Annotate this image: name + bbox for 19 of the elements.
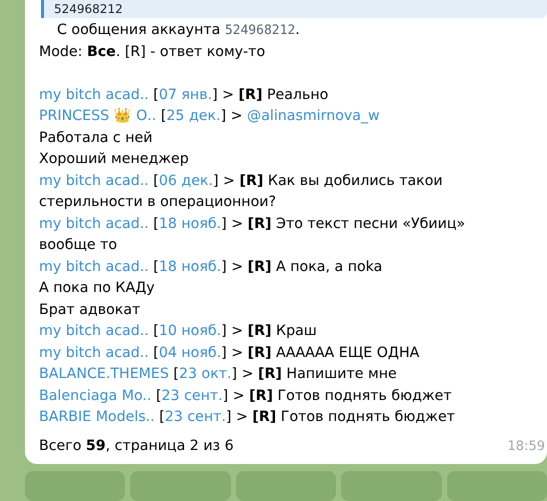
log-entry: my bitch acad.. [07 янв.] > [R] Реально [39,86,330,104]
message-line: А пока по КАДу [39,279,156,298]
log-entry: my bitch acad.. [18 нояб.] > [R] А пока, а поka [39,258,384,276]
page-summary: Всего 59, страница 2 из 6 [39,438,234,454]
log-entry: BARBIE Models.. [23 сент.] > [R] Готов поднять бюджет [39,408,456,427]
log-entry: my bitch acad.. [18 нояб.] > [R] Это текст песни «Убииц» вообще то [39,214,466,255]
mode-line: Mode: Все. [R] - ответ кому-то [39,42,266,62]
log-entry: PRINCESS 👑 О.. [25 дек.] > @alinasmirnova_w [39,107,381,126]
message-line: Брат адвокат [39,300,142,320]
log-entry: Balenciaga Mo.. [23 сент.] > [R] Готов поднять бюджет [39,386,453,406]
log-entry: my bitch acad.. [10 нояб.] > [R] Краш [39,322,318,341]
log-entry: my bitch acad.. [06 дек.] > [R] Как вы добились такои стерильности в операционнои? [39,172,444,212]
log-entry: my bitch acad.. [04 нояб.] > [R] АААААА ЕЩЕ ОДНА [39,344,420,362]
message-line: Работала с ней [39,128,154,148]
quoted-text: 524968212 [41,0,547,18]
log-entry: BALANCE.THEMES [23 окт.] > [R] Напишите мне [39,365,398,384]
account-line: С ообщения аккаунта 524968212. [56,21,301,40]
message-line: Хороший менеджер [39,150,190,169]
message-time: 18:59 [508,439,545,454]
